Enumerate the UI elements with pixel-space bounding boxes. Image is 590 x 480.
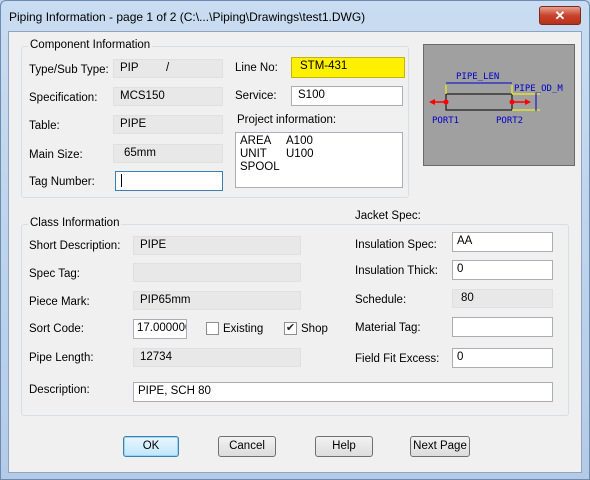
port2-marker bbox=[509, 99, 515, 105]
project-info-line: AREA A100 bbox=[240, 135, 313, 147]
pipe-length-value: 12734 bbox=[133, 348, 301, 367]
port1-marker bbox=[443, 99, 449, 105]
type-value: PIP / bbox=[113, 59, 223, 78]
existing-checkbox[interactable] bbox=[206, 322, 219, 335]
existing-label[interactable]: Existing bbox=[223, 323, 263, 335]
main-size-label: Main Size: bbox=[29, 149, 83, 161]
shop-label[interactable]: Shop bbox=[301, 323, 328, 335]
spec-tag-label: Spec Tag: bbox=[29, 268, 80, 280]
pipe-od-label: PIPE_OD_M bbox=[514, 84, 563, 94]
dialog-client: Component Information Type/Sub Type: PIP… bbox=[8, 31, 582, 473]
main-size-value: 65mm bbox=[113, 144, 223, 163]
class-info-title: Class Information bbox=[28, 217, 122, 229]
insulation-spec-label: Insulation Spec: bbox=[355, 239, 437, 251]
piece-mark-value: PIP65mm bbox=[133, 291, 301, 310]
shop-checkbox[interactable]: ✔ bbox=[284, 322, 297, 335]
help-button[interactable]: Help bbox=[315, 436, 373, 457]
next-page-button[interactable]: Next Page bbox=[410, 436, 470, 457]
project-info-line: UNIT U100 bbox=[240, 148, 314, 160]
table-value: PIPE bbox=[113, 115, 223, 134]
ok-button[interactable]: OK bbox=[123, 436, 179, 457]
insulation-thick-label: Insulation Thick: bbox=[355, 265, 438, 277]
text-caret bbox=[121, 174, 122, 187]
table-label: Table: bbox=[29, 120, 60, 132]
insulation-thick-input[interactable]: 0 bbox=[452, 260, 553, 280]
pipe-diagram: PIPE_LEN PIPE_OD_M PORT1 PORT2 bbox=[429, 72, 563, 126]
tag-number-input[interactable] bbox=[115, 171, 223, 191]
type-label: Type/Sub Type: bbox=[29, 64, 109, 76]
pipe-length-label: Pipe Length: bbox=[29, 352, 94, 364]
schedule-value: 80 bbox=[452, 289, 553, 308]
project-info-textarea[interactable]: AREA A100 UNIT U100 SPOOL bbox=[235, 132, 403, 188]
close-icon: ✕ bbox=[554, 8, 566, 23]
project-info-line: SPOOL bbox=[240, 161, 280, 173]
specification-label: Specification: bbox=[29, 92, 98, 104]
project-info-label: Project information: bbox=[237, 114, 337, 126]
tag-number-label: Tag Number: bbox=[29, 176, 95, 188]
cancel-button[interactable]: Cancel bbox=[218, 436, 276, 457]
sort-code-label: Sort Code: bbox=[29, 323, 84, 335]
pipe-len-label: PIPE_LEN bbox=[456, 72, 499, 82]
specification-value: MCS150 bbox=[113, 87, 223, 106]
pipe-preview: PIPE_LEN PIPE_OD_M PORT1 PORT2 bbox=[423, 44, 575, 166]
description-input[interactable]: PIPE, SCH 80 bbox=[133, 382, 553, 402]
port1-arrow-head bbox=[429, 99, 435, 105]
piece-mark-label: Piece Mark: bbox=[29, 296, 90, 308]
jacket-spec-label: Jacket Spec: bbox=[355, 210, 421, 222]
port2-label: PORT2 bbox=[496, 116, 523, 126]
dialog-window: Piping Information - page 1 of 2 (C:\...… bbox=[0, 0, 590, 480]
short-description-label: Short Description: bbox=[29, 240, 121, 252]
close-button[interactable]: ✕ bbox=[539, 6, 581, 25]
pipe-body-shape bbox=[445, 93, 513, 111]
insulation-spec-input[interactable]: AA bbox=[452, 232, 553, 252]
schedule-label: Schedule: bbox=[355, 294, 407, 306]
port2-arrow-head bbox=[525, 99, 531, 105]
spec-tag-value bbox=[133, 263, 301, 282]
material-tag-input[interactable] bbox=[452, 317, 553, 337]
shop-check-icon: ✔ bbox=[285, 322, 296, 334]
title-bar[interactable]: Piping Information - page 1 of 2 (C:\...… bbox=[1, 1, 589, 31]
component-info-title: Component Information bbox=[28, 39, 153, 51]
field-fit-excess-input[interactable]: 0 bbox=[452, 348, 553, 368]
field-fit-excess-label: Field Fit Excess: bbox=[355, 353, 440, 365]
material-tag-label: Material Tag: bbox=[355, 322, 421, 334]
line-no-label: Line No: bbox=[235, 62, 278, 74]
service-label: Service: bbox=[235, 90, 277, 102]
description-label: Description: bbox=[29, 384, 90, 396]
window-title: Piping Information - page 1 of 2 (C:\...… bbox=[9, 10, 366, 24]
sort-code-input[interactable]: 17.000000 bbox=[133, 319, 187, 339]
port1-label: PORT1 bbox=[432, 116, 459, 126]
short-description-value: PIPE bbox=[133, 236, 301, 255]
line-no-input[interactable]: STM-431 bbox=[291, 57, 405, 78]
service-input[interactable]: S100 bbox=[291, 86, 403, 106]
